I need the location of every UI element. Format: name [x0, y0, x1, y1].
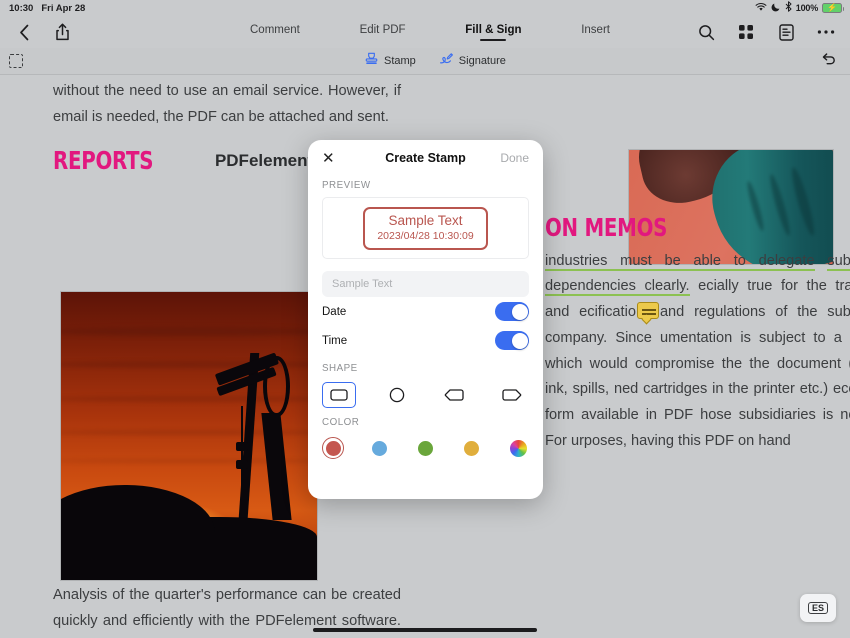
pdfelement-heading: PDFelement	[214, 151, 314, 171]
toolbar-right-group	[696, 22, 850, 42]
mode-tabs: Comment Edit PDF Fill & Sign Insert	[250, 24, 610, 40]
right-text-c: and regulations of	[659, 304, 788, 321]
status-bar-right: 100% ⚡	[755, 1, 850, 15]
tab-comment[interactable]: Comment	[250, 24, 300, 40]
shape-rounded-rectangle[interactable]	[322, 382, 356, 408]
ipad-pdf-app: 10:30 Fri Apr 28 100% ⚡ Comment Edit PDF…	[0, 0, 850, 638]
moon-icon	[771, 2, 781, 15]
date-toggle-row: Date	[308, 297, 543, 326]
time-toggle[interactable]	[495, 331, 529, 350]
shape-banner-right[interactable]	[495, 382, 529, 408]
dialog-header: ✕ Create Stamp Done	[308, 140, 543, 176]
right-text-h: ned cartridges in the printer etc.)	[613, 381, 829, 398]
time-label: Time	[322, 334, 348, 347]
keyboard-language-label: ES	[807, 602, 828, 614]
color-yellow[interactable]	[461, 437, 483, 459]
bluetooth-icon	[785, 1, 792, 15]
undo-icon[interactable]	[821, 52, 836, 71]
keyboard-language-button[interactable]: ES	[800, 594, 836, 622]
signature-icon	[438, 51, 454, 71]
tab-fill-and-sign[interactable]: Fill & Sign	[465, 24, 521, 40]
color-swatch-yellow	[464, 440, 480, 456]
marquee-select-icon[interactable]	[9, 54, 23, 68]
right-text-k: urposes, having this PDF on hand	[570, 432, 791, 449]
right-text-f: which would compromise the	[545, 355, 743, 372]
chevron-left-icon[interactable]	[14, 22, 34, 42]
shape-label: SHAPE	[322, 363, 358, 374]
shape-circle[interactable]	[380, 382, 414, 408]
stamp-graphic: Sample Text 2023/04/28 10:30:09	[363, 206, 488, 250]
color-green[interactable]	[415, 437, 437, 459]
close-icon[interactable]: ✕	[322, 151, 335, 166]
date-toggle[interactable]	[495, 302, 529, 321]
stamp-preview-datetime: 2023/04/28 10:30:09	[377, 229, 474, 242]
home-indicator	[313, 628, 537, 632]
shape-banner-left[interactable]	[437, 382, 471, 408]
color-swatch-green	[418, 440, 433, 456]
stamp-icon	[364, 51, 379, 71]
stamp-button[interactable]: Stamp	[364, 51, 416, 71]
fill-sign-toolbar: Stamp Signature	[0, 48, 850, 75]
color-swatch-blue	[371, 440, 387, 456]
stamp-text-input[interactable]: Sample Text	[322, 271, 529, 297]
left-paragraph-top: without the need to use an email service…	[53, 83, 401, 125]
preview-label: PREVIEW	[322, 180, 371, 191]
color-swatch-red	[325, 440, 341, 456]
memos-heading: ON MEMOS	[545, 213, 668, 242]
share-icon[interactable]	[52, 22, 72, 42]
right-text-b: ecificatio	[579, 304, 636, 321]
create-stamp-dialog: ✕ Create Stamp Done PREVIEW Sample Text …	[308, 140, 543, 499]
status-bar: 10:30 Fri Apr 28 100% ⚡	[0, 0, 850, 16]
color-wheel[interactable]	[507, 437, 529, 459]
pumpjack-silhouette	[210, 352, 297, 532]
battery-charging-icon: ⚡	[822, 3, 844, 13]
status-bar-left: 10:30 Fri Apr 28	[0, 3, 85, 14]
highlighted-text-1: industries must be able to delegate	[545, 252, 815, 271]
sunset-oil-pump-photo	[60, 291, 318, 581]
tab-insert[interactable]: Insert	[581, 24, 610, 40]
tab-edit-pdf[interactable]: Edit PDF	[360, 24, 406, 40]
status-time: 10:30	[9, 2, 34, 14]
color-red-selected[interactable]	[322, 437, 344, 459]
sticky-note-icon[interactable]	[636, 302, 659, 320]
battery-percent: 100%	[795, 3, 818, 13]
subbar-tools: Stamp Signature	[364, 51, 506, 71]
shape-options	[308, 380, 543, 408]
status-date: Fri Apr 28	[41, 2, 86, 14]
reports-heading: REPORTS	[53, 146, 154, 176]
toolbar-left-group	[0, 22, 72, 42]
signature-button[interactable]: Signature	[438, 51, 506, 71]
grid-icon[interactable]	[736, 22, 756, 42]
document-right-column: ON MEMOS industries must be able to dele…	[545, 215, 850, 454]
signature-label: Signature	[458, 55, 506, 67]
right-paragraph: industries must be able to delegate subs…	[545, 249, 850, 455]
color-wheel-icon	[509, 439, 527, 457]
more-icon[interactable]	[816, 22, 836, 42]
thumbnail-icon[interactable]	[776, 22, 796, 42]
stamp-preview: Sample Text 2023/04/28 10:30:09	[322, 197, 529, 259]
color-options	[308, 434, 543, 459]
stamp-label: Stamp	[384, 55, 416, 67]
stamp-preview-text: Sample Text	[388, 212, 463, 228]
right-text-e: umentation is subject to a variety	[660, 329, 850, 346]
done-button[interactable]: Done	[500, 151, 529, 165]
color-label: COLOR	[322, 417, 360, 428]
date-label: Date	[322, 305, 347, 318]
top-toolbar: Comment Edit PDF Fill & Sign Insert	[0, 16, 850, 48]
time-toggle-row: Time	[308, 326, 543, 355]
search-icon[interactable]	[696, 22, 716, 42]
wifi-icon	[755, 2, 767, 15]
color-blue[interactable]	[368, 437, 390, 459]
